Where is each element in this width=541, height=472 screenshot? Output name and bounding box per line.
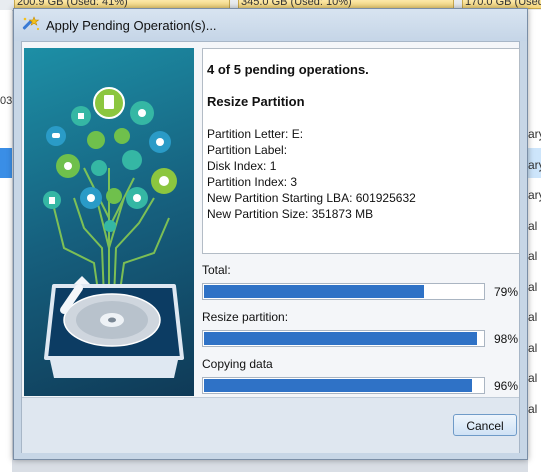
operation-title: Resize Partition: [207, 94, 305, 109]
dialog-body: 4 of 5 pending operations. Resize Partit…: [21, 41, 520, 453]
copying-progress-label: Copying data: [202, 357, 273, 371]
background-row-text: al: [528, 280, 538, 294]
operation-details-panel: 4 of 5 pending operations. Resize Partit…: [202, 48, 520, 254]
background-row-text: al: [528, 219, 538, 233]
background-row-text: al: [528, 341, 538, 355]
background-left-number: 03: [0, 95, 13, 107]
background-row-text: al: [528, 249, 538, 263]
background-left-panel: [0, 10, 12, 472]
detail-partition-letter: Partition Letter: E:: [207, 127, 304, 141]
total-progress-bar: [202, 283, 485, 300]
disk-illustration: [24, 48, 194, 396]
pending-operations-count: 4 of 5 pending operations.: [207, 62, 369, 77]
resize-progress-percent: 98%: [494, 332, 519, 346]
copying-progress-fill: [204, 379, 472, 392]
dialog-footer: Cancel: [22, 397, 519, 453]
resize-progress-bar: [202, 330, 485, 347]
total-progress-fill: [204, 285, 424, 298]
copying-progress-bar: [202, 377, 485, 394]
background-row-text: al: [528, 371, 538, 385]
background-row-text: ary: [528, 158, 541, 172]
detail-partition-label: Partition Label:: [207, 143, 288, 157]
detail-starting-lba: New Partition Starting LBA: 601925632: [207, 191, 416, 205]
dialog-titlebar[interactable]: Apply Pending Operation(s)...: [14, 9, 527, 41]
copying-progress-percent: 96%: [494, 379, 519, 393]
background-row-text: ary: [528, 188, 541, 202]
detail-disk-index: Disk Index: 1: [207, 159, 277, 173]
background-selected-row: [0, 148, 12, 178]
background-row-text: al: [528, 310, 538, 324]
detail-partition-index: Partition Index: 3: [207, 175, 298, 189]
cancel-button[interactable]: Cancel: [453, 414, 517, 436]
background-row-text: al: [528, 402, 538, 416]
background-row-text: ary: [528, 127, 541, 141]
total-progress-label: Total:: [202, 263, 231, 277]
resize-progress-fill: [204, 332, 477, 345]
hard-drive-graphic: [44, 276, 184, 378]
resize-progress-label: Resize partition:: [202, 310, 289, 324]
total-progress-percent: 79%: [494, 285, 519, 299]
detail-partition-size: New Partition Size: 351873 MB: [207, 207, 374, 221]
apply-wand-icon: [21, 15, 41, 35]
apply-pending-operations-dialog: Apply Pending Operation(s)... 4 of 5 pen…: [13, 8, 528, 460]
dialog-title: Apply Pending Operation(s)...: [46, 18, 217, 33]
